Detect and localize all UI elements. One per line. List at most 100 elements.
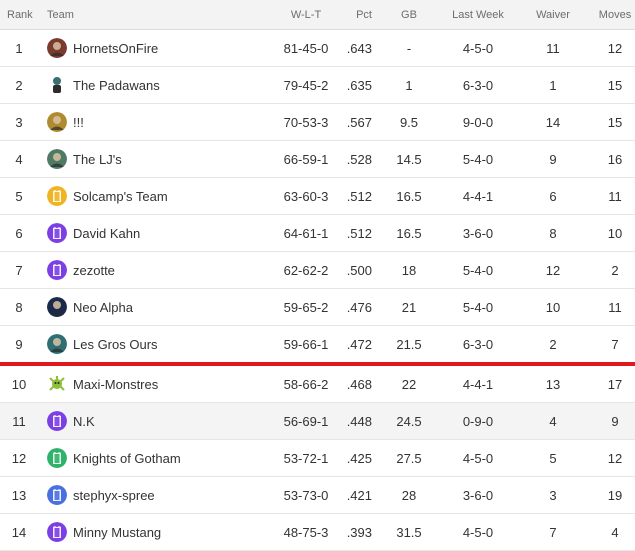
waiver-cell: 3 (549, 487, 557, 503)
table-row[interactable]: 9 Les Gros Ours 59-66-1.472 21.5 6-3-0 2 7 (0, 326, 635, 363)
team-name[interactable]: Knights of Gotham (73, 451, 181, 466)
pct-cell: .421 (346, 487, 372, 503)
rank-cell: 5 (15, 188, 23, 204)
table-row[interactable]: 14 Minny Mustang 48-75-3.393 31.5 4-5-0 7 4 (0, 514, 635, 551)
table-row[interactable]: 5 Solcamp's Team 63-60-3.512 16.5 4-4-1 6 11 (0, 178, 635, 215)
team-name[interactable]: !!! (73, 115, 84, 130)
rank-cell: 11 (12, 413, 26, 429)
table-row[interactable]: 11 N.K 56-69-1.448 24.5 0-9-0 4 9 (0, 403, 635, 440)
team-cell[interactable]: stephyx-spree (47, 477, 155, 513)
team-name[interactable]: Les Gros Ours (73, 337, 158, 352)
team-cell[interactable]: Les Gros Ours (47, 326, 158, 362)
team-cell[interactable]: !!! (47, 104, 84, 140)
jersey-avatar-icon (47, 448, 67, 468)
header-pct[interactable]: Pct (330, 0, 372, 29)
jersey-avatar-icon (47, 186, 67, 206)
table-row[interactable]: 1 HornetsOnFire 81-45-0.643-4-5-0 11 12 (0, 30, 635, 67)
team-cell[interactable]: David Kahn (47, 215, 140, 251)
gb-cell: 24.5 (396, 413, 422, 429)
header-waiver[interactable]: Waiver (522, 0, 584, 29)
table-row[interactable]: 3!!! 70-53-3.567 9.5 9-0-0 14 15 (0, 104, 635, 141)
pct-cell: .393 (346, 524, 372, 540)
pct-cell: .425 (346, 450, 372, 466)
monster-avatar-icon (47, 374, 67, 394)
table-row[interactable]: 2 The Padawans 79-45-2.635 1 6-3-0 1 15 (0, 67, 635, 104)
gb-cell: - (406, 40, 412, 56)
last-week-cell: 9-0-0 (462, 114, 494, 130)
header-team[interactable]: Team (47, 0, 74, 29)
header-moves[interactable]: Moves (590, 0, 635, 29)
waiver-cell: 11 (546, 40, 560, 56)
gb-cell: 9.5 (399, 114, 419, 130)
moves-cell: 17 (607, 376, 623, 392)
table-row[interactable]: 8 Neo Alpha 59-65-2.476 21 5-4-0 10 11 (0, 289, 635, 326)
rank-cell: 13 (11, 487, 27, 503)
waiver-cell: 8 (549, 225, 557, 241)
team-cell[interactable]: HornetsOnFire (47, 30, 158, 66)
last-week-cell: 6-3-0 (462, 336, 494, 352)
photo-avatar-icon (47, 297, 67, 317)
table-row[interactable]: 10 Maxi-Monstres 58-66-2.468 22 4-4-1 13 17 (0, 366, 635, 403)
last-week-cell: 4-5-0 (462, 524, 494, 540)
moves-cell: 10 (607, 225, 623, 241)
team-name[interactable]: The LJ's (73, 152, 122, 167)
team-cell[interactable]: zezotte (47, 252, 115, 288)
rank-cell: 4 (15, 151, 23, 167)
team-name[interactable]: stephyx-spree (73, 488, 155, 503)
pct-cell: .512 (346, 225, 372, 241)
jersey-avatar-icon (47, 223, 67, 243)
rank-cell: 8 (15, 299, 23, 315)
team-name[interactable]: Minny Mustang (73, 525, 161, 540)
team-cell[interactable]: Minny Mustang (47, 514, 161, 550)
pct-cell: .468 (346, 376, 372, 392)
gb-cell: 28 (401, 487, 417, 503)
table-row[interactable]: 12 Knights of Gotham 53-72-1.425 27.5 4-5-0 5… (0, 440, 635, 477)
team-name[interactable]: Solcamp's Team (73, 189, 168, 204)
team-name[interactable]: Neo Alpha (73, 300, 133, 315)
rank-cell: 9 (15, 336, 23, 352)
gb-cell: 1 (405, 77, 413, 93)
pct-cell: .472 (346, 336, 372, 352)
pct-cell: .448 (346, 413, 372, 429)
team-name[interactable]: HornetsOnFire (73, 41, 158, 56)
last-week-cell: 5-4-0 (462, 151, 494, 167)
pct-cell: .567 (346, 114, 372, 130)
character-avatar-icon (47, 75, 67, 95)
team-name[interactable]: N.K (73, 414, 95, 429)
last-week-cell: 5-4-0 (462, 299, 494, 315)
team-cell[interactable]: The LJ's (47, 141, 122, 177)
gb-cell: 31.5 (396, 524, 422, 540)
table-row[interactable]: 4 The LJ's 66-59-1.528 14.5 5-4-0 9 16 (0, 141, 635, 178)
waiver-cell: 6 (549, 188, 557, 204)
team-cell[interactable]: Maxi-Monstres (47, 366, 158, 402)
team-name[interactable]: Maxi-Monstres (73, 377, 158, 392)
header-rank[interactable]: Rank (7, 0, 33, 29)
gb-cell: 21.5 (396, 336, 422, 352)
table-row[interactable]: 7 zezotte 62-62-2.500 18 5-4-0 12 2 (0, 252, 635, 289)
moves-cell: 9 (611, 413, 619, 429)
waiver-cell: 10 (545, 299, 561, 315)
header-last-week[interactable]: Last Week (440, 0, 516, 29)
rank-cell: 1 (15, 40, 23, 56)
pct-cell: .476 (346, 299, 372, 315)
table-row[interactable]: 13 stephyx-spree 53-73-0.421 28 3-6-0 3 19 (0, 477, 635, 514)
photo-avatar-icon (47, 38, 67, 58)
header-gb[interactable]: GB (378, 0, 440, 29)
table-row[interactable]: 6 David Kahn 64-61-1.512 16.5 3-6-0 8 10 (0, 215, 635, 252)
team-name[interactable]: The Padawans (73, 78, 160, 93)
team-cell[interactable]: Solcamp's Team (47, 178, 168, 214)
moves-cell: 2 (611, 262, 619, 278)
moves-cell: 16 (607, 151, 623, 167)
rank-cell: 7 (15, 262, 23, 278)
pct-cell: .500 (346, 262, 372, 278)
team-name[interactable]: David Kahn (73, 226, 140, 241)
team-cell[interactable]: Knights of Gotham (47, 440, 181, 476)
last-week-cell: 4-4-1 (462, 188, 494, 204)
team-name[interactable]: zezotte (73, 263, 115, 278)
team-cell[interactable]: The Padawans (47, 67, 160, 103)
team-cell[interactable]: Neo Alpha (47, 289, 133, 325)
pct-cell: .512 (346, 188, 372, 204)
standings-table: Rank Team W-L-T Pct GB Last Week Waiver … (0, 0, 635, 551)
team-cell[interactable]: N.K (47, 403, 95, 439)
moves-cell: 19 (607, 487, 623, 503)
